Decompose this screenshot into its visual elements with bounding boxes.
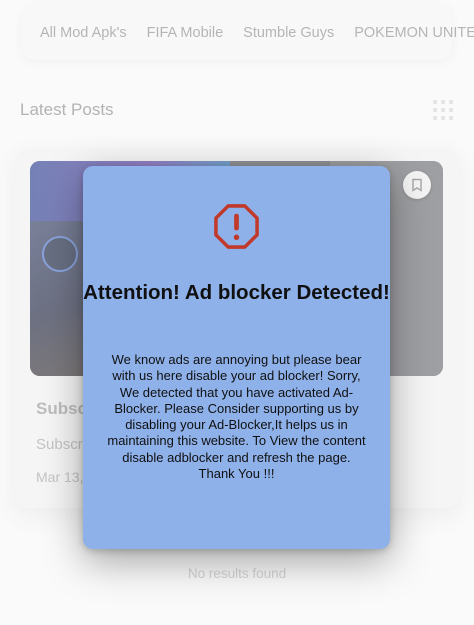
- modal-title: Attention! Ad blocker Detected!: [83, 281, 390, 304]
- warning-octagon-icon: [214, 204, 259, 249]
- adblock-modal: Attention! Ad blocker Detected! We know …: [83, 166, 390, 549]
- modal-message: We know ads are annoying but please bear…: [107, 352, 366, 482]
